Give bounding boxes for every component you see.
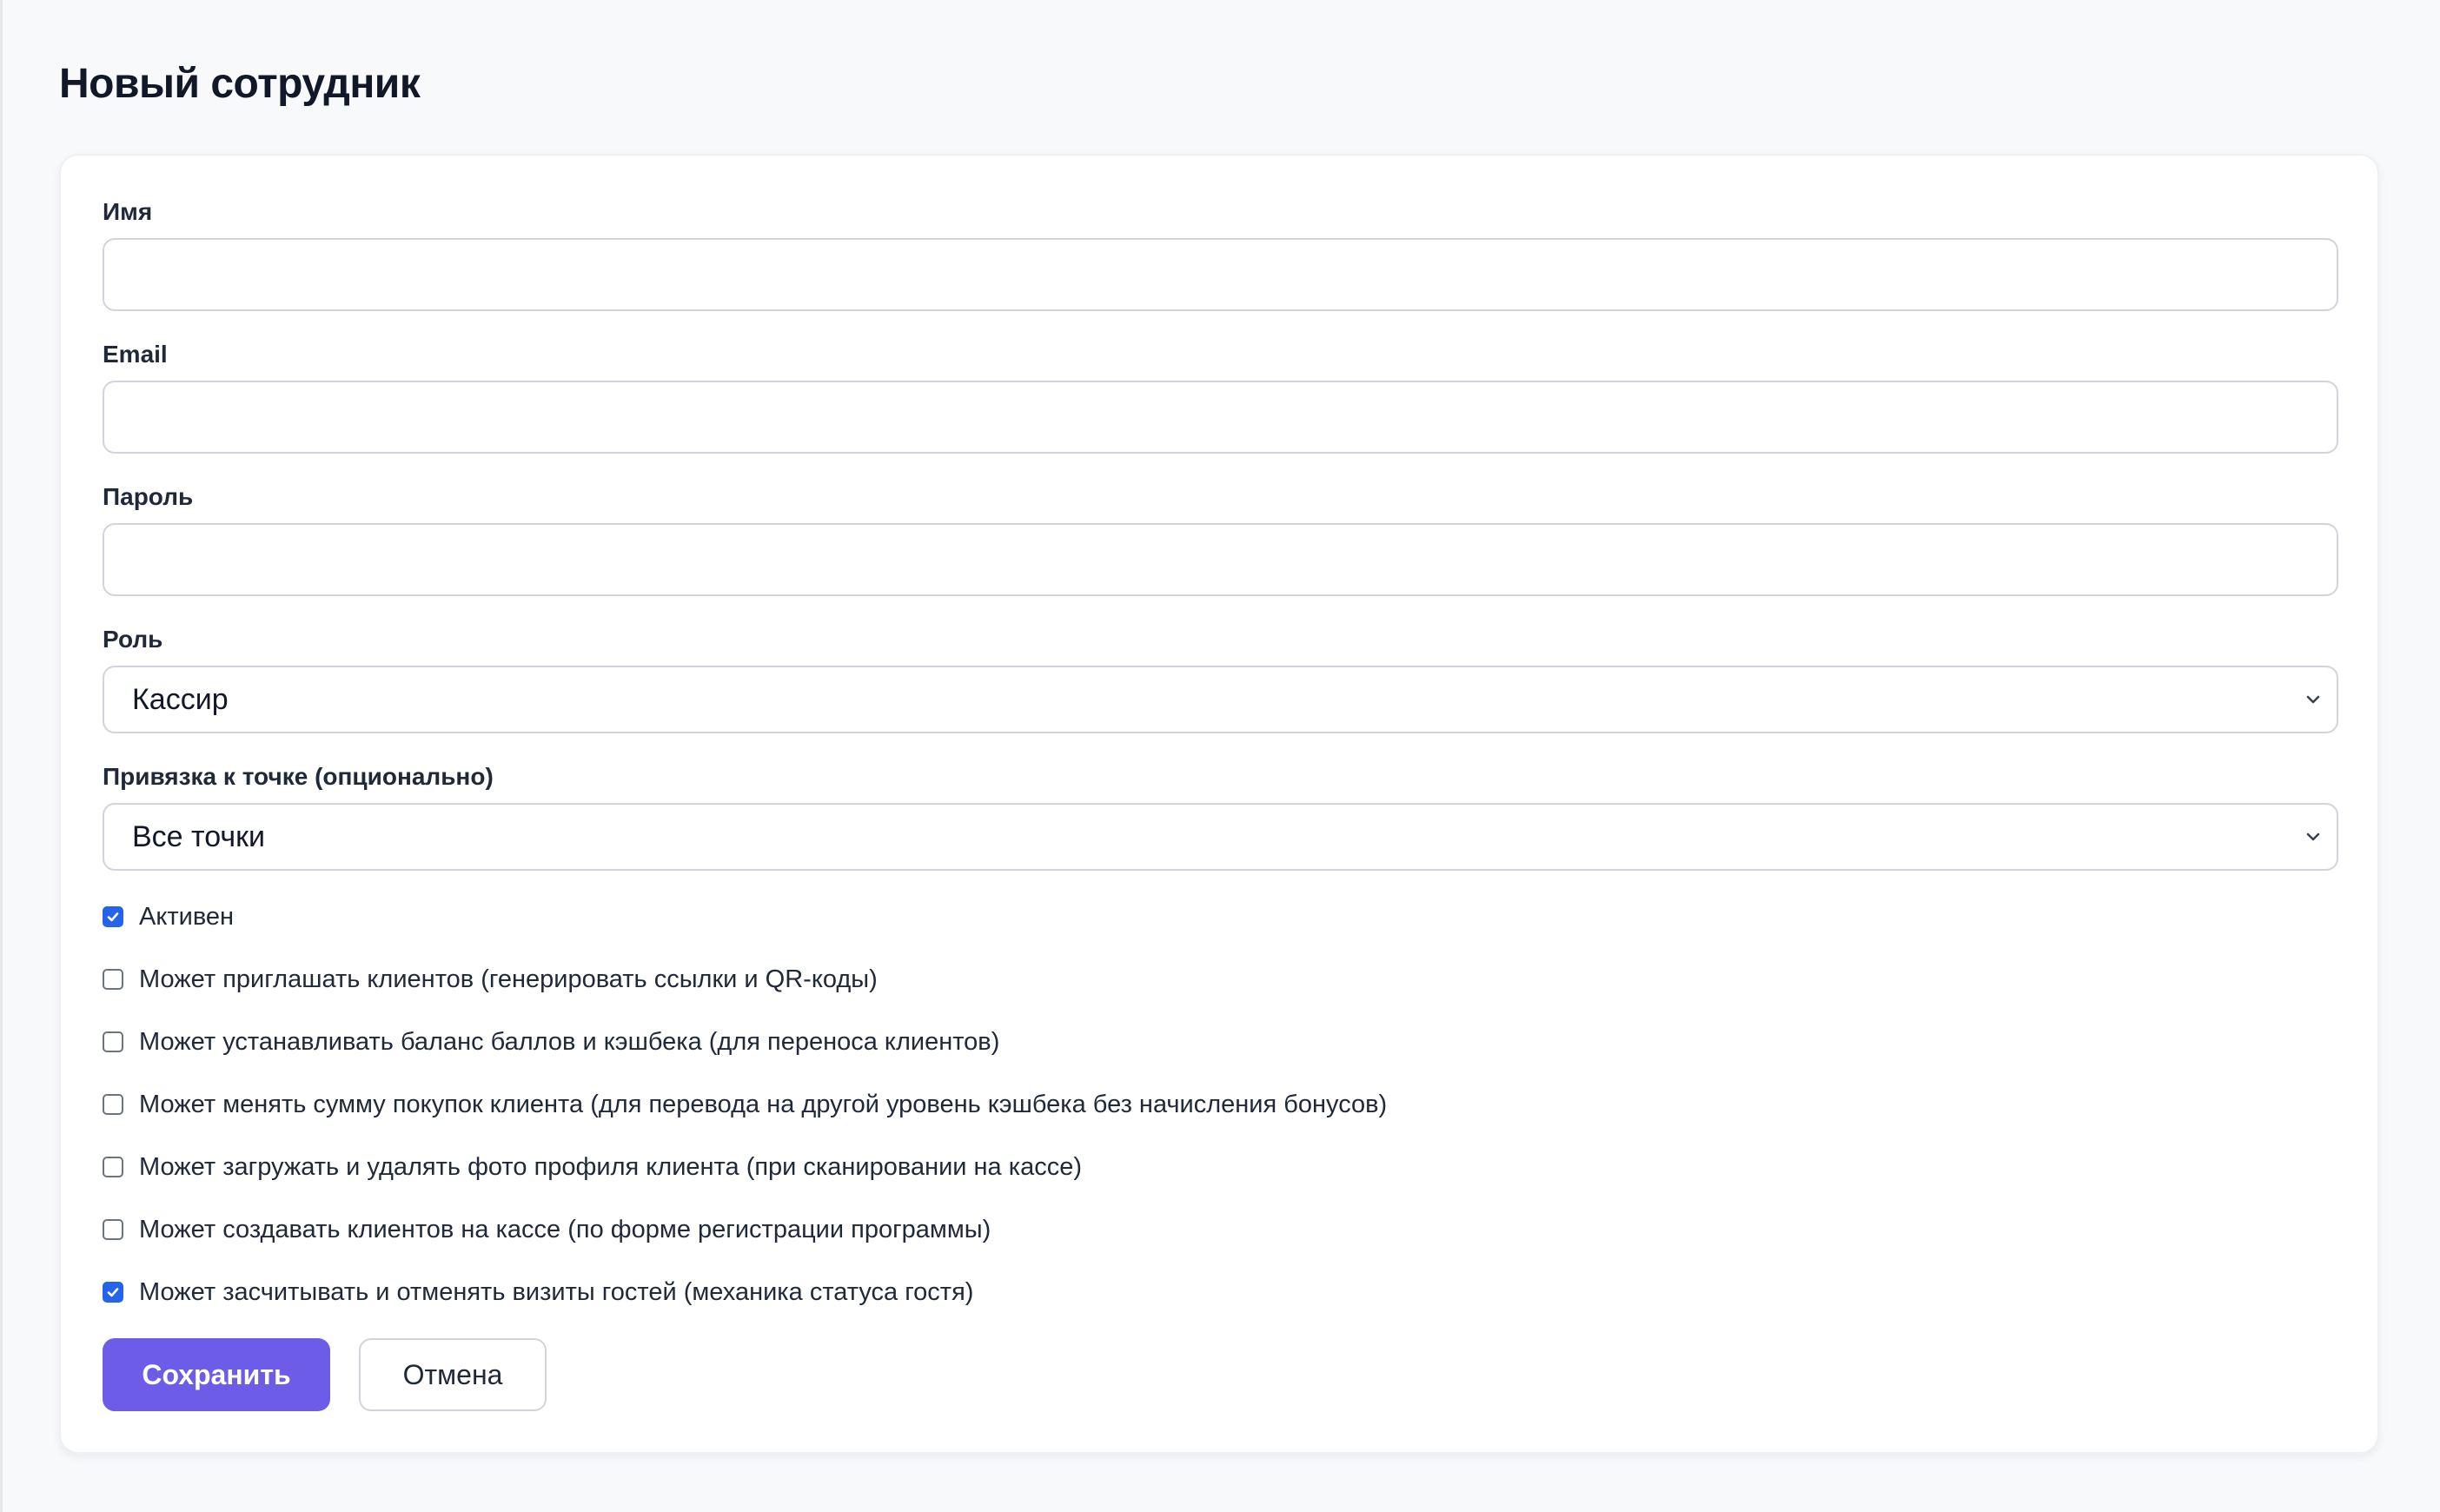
checkmark-icon	[107, 1288, 119, 1297]
role-select-value: Кассир	[132, 683, 229, 716]
checkbox-create-clients[interactable]	[103, 1219, 123, 1240]
checkmark-icon	[107, 912, 119, 922]
checkbox-row-create-clients[interactable]: Может создавать клиентов на кассе (по фо…	[103, 1212, 991, 1247]
checkbox-row-change-purchase-sum[interactable]: Может менять сумму покупок клиента (для …	[103, 1087, 1387, 1122]
page-left-border	[0, 0, 3, 1512]
chevron-down-icon	[2304, 690, 2323, 709]
checkbox-row-active[interactable]: Активен	[103, 899, 234, 934]
checkbox-label-active: Активен	[139, 902, 235, 931]
name-label: Имя	[103, 198, 153, 225]
checkbox-active[interactable]	[103, 906, 123, 927]
checkbox-set-balance[interactable]	[103, 1031, 123, 1052]
checkbox-row-profile-photo[interactable]: Может загружать и удалять фото профиля к…	[103, 1150, 1082, 1184]
cancel-button[interactable]: Отмена	[359, 1338, 547, 1411]
checkbox-guest-visits[interactable]	[103, 1282, 123, 1303]
chevron-down-icon	[2304, 827, 2323, 846]
checkbox-row-set-balance[interactable]: Может устанавливать баланс баллов и кэшб…	[103, 1025, 999, 1059]
employee-form-card: Имя Email Пароль Роль Кассир Привязка к …	[59, 154, 2379, 1454]
save-button[interactable]: Сохранить	[103, 1338, 330, 1411]
password-input[interactable]	[103, 523, 2338, 596]
checkbox-row-invite-clients[interactable]: Может приглашать клиентов (генерировать …	[103, 962, 878, 997]
checkbox-label-profile-photo: Может загружать и удалять фото профиля к…	[139, 1152, 1082, 1181]
checkbox-label-create-clients: Может создавать клиентов на кассе (по фо…	[139, 1215, 991, 1243]
checkbox-label-invite-clients: Может приглашать клиентов (генерировать …	[139, 965, 878, 993]
email-label: Email	[103, 341, 168, 368]
name-input[interactable]	[103, 238, 2338, 311]
checkbox-label-set-balance: Может устанавливать баланс баллов и кэшб…	[139, 1027, 1000, 1056]
location-select[interactable]: Все точки	[103, 803, 2338, 871]
checkbox-label-change-purchase-sum: Может менять сумму покупок клиента (для …	[139, 1090, 1388, 1118]
email-input[interactable]	[103, 381, 2338, 454]
checkbox-invite-clients[interactable]	[103, 969, 123, 990]
location-label: Привязка к точке (опционально)	[103, 763, 494, 790]
role-select[interactable]: Кассир	[103, 666, 2338, 733]
page-title: Новый сотрудник	[59, 61, 421, 107]
checkbox-label-guest-visits: Может засчитывать и отменять визиты гост…	[139, 1277, 974, 1306]
location-select-value: Все точки	[132, 820, 265, 853]
role-label: Роль	[103, 626, 163, 653]
checkbox-change-purchase-sum[interactable]	[103, 1094, 123, 1115]
password-label: Пароль	[103, 483, 194, 510]
checkbox-row-guest-visits[interactable]: Может засчитывать и отменять визиты гост…	[103, 1275, 973, 1310]
checkbox-profile-photo[interactable]	[103, 1157, 123, 1177]
